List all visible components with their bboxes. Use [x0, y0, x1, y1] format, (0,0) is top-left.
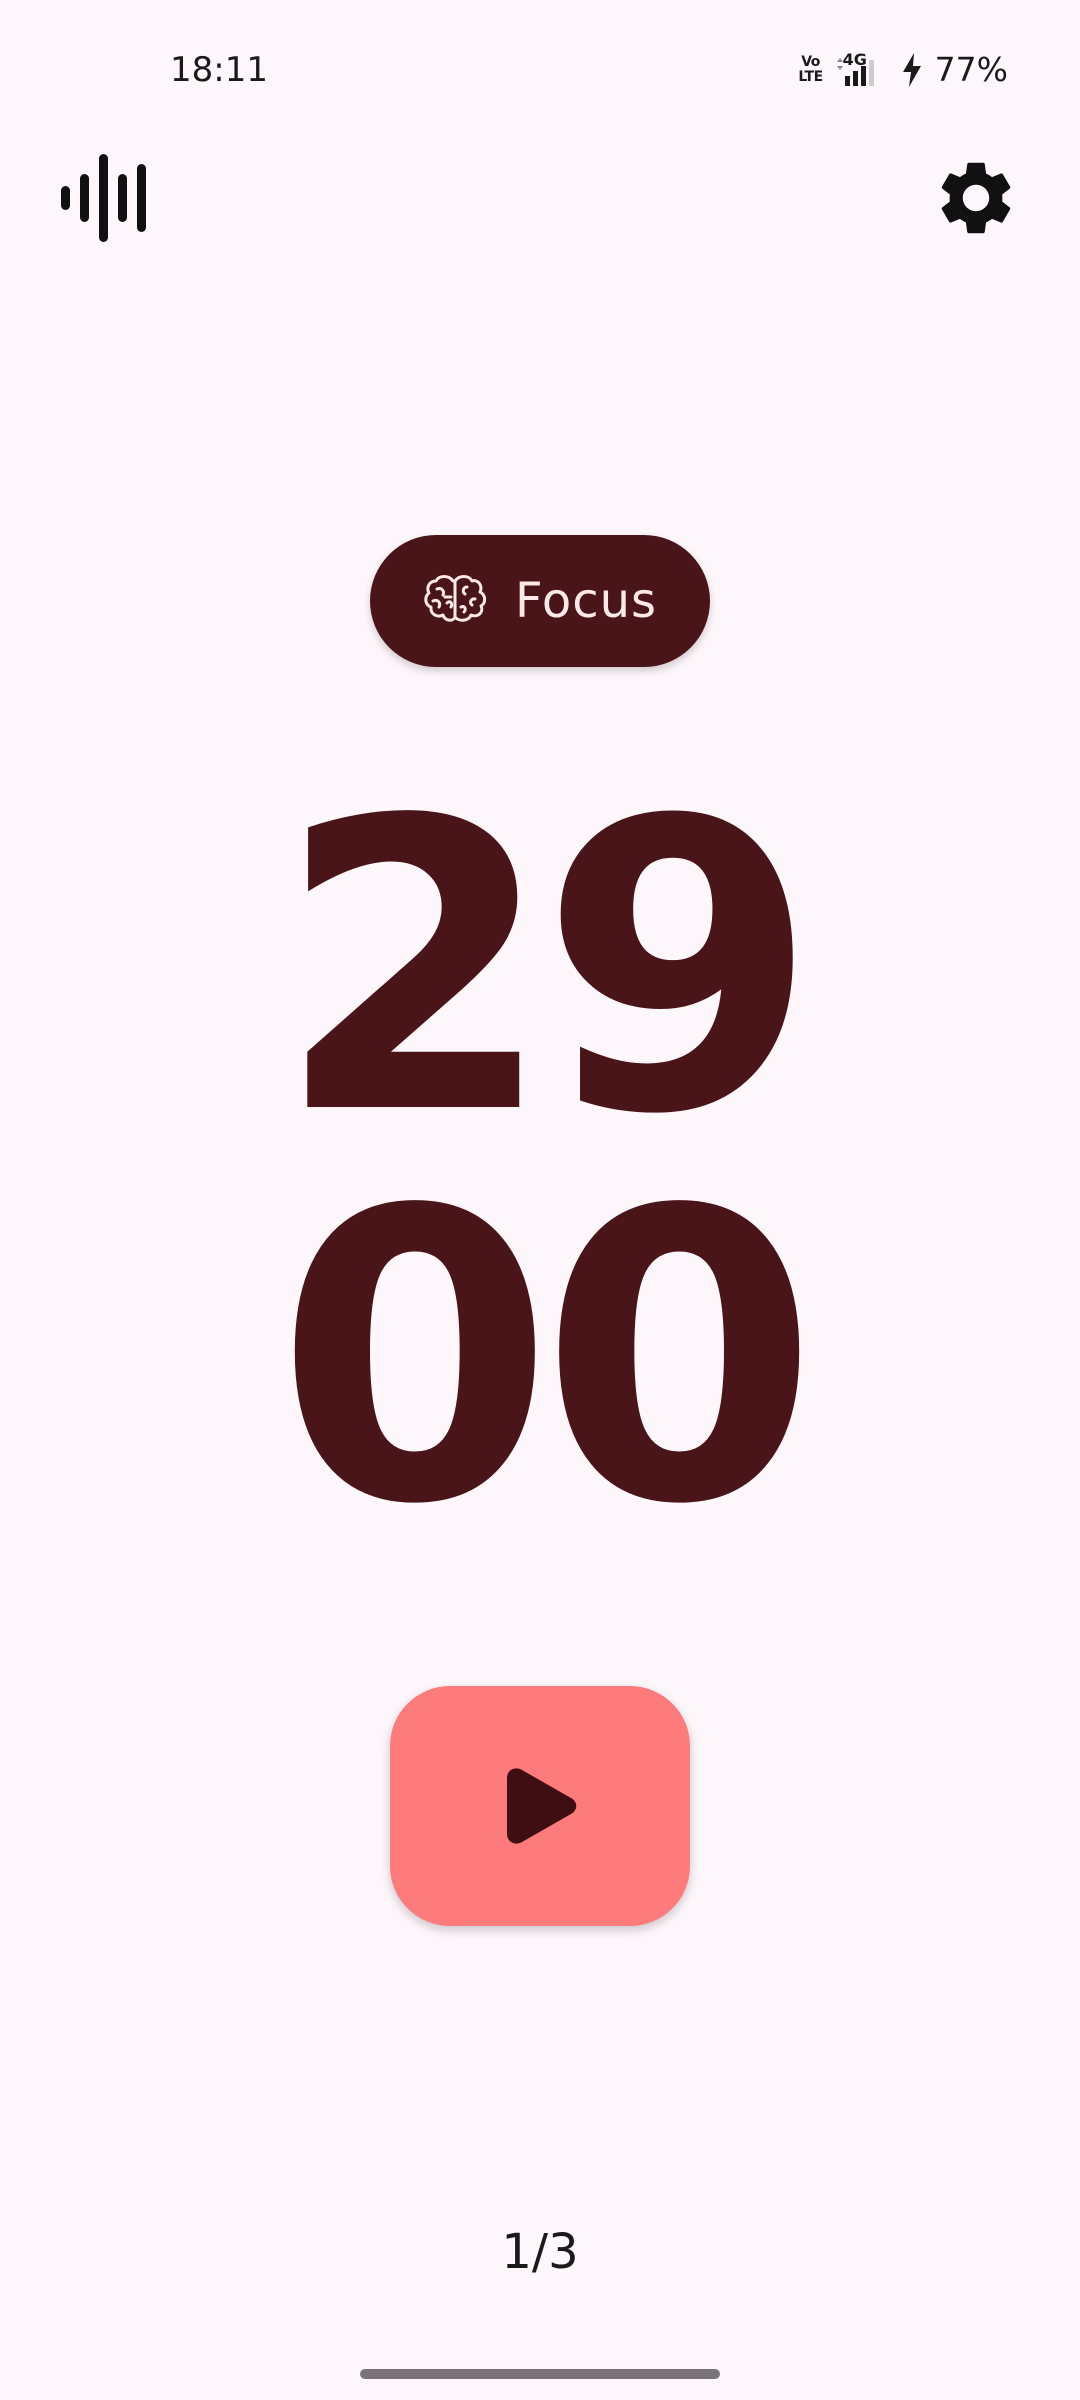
signal-icon	[836, 58, 874, 86]
gear-icon	[941, 162, 1011, 234]
play-button[interactable]	[390, 1686, 690, 1926]
settings-button[interactable]	[928, 150, 1024, 246]
mode-chip-focus[interactable]: Focus	[370, 535, 710, 667]
battery-percentage: 77%	[934, 50, 1008, 89]
brain-icon	[424, 575, 487, 622]
play-icon	[507, 1768, 577, 1844]
gesture-navigation-bar[interactable]	[360, 2369, 720, 2379]
charging-icon	[902, 53, 921, 87]
session-indicator: 1/3	[501, 2224, 579, 2280]
network-indicator: 4G	[835, 52, 889, 88]
status-time: 18:11	[170, 50, 268, 90]
pomodoro-screen: 18:11 Vo LTE 4G 77% Focus 29 00 1/3	[0, 0, 1080, 2400]
timer-seconds: 00	[275, 1127, 819, 1592]
sound-wave-icon	[61, 154, 146, 242]
mode-label: Focus	[514, 573, 658, 629]
timer-minutes: 29	[275, 737, 819, 1202]
status-icons: Vo LTE 4G 77%	[798, 46, 1008, 94]
volte-line-2: LTE	[798, 69, 823, 85]
sound-button[interactable]	[56, 150, 152, 246]
volte-line-1: Vo	[801, 54, 820, 70]
volte-indicator: Vo LTE	[798, 54, 823, 85]
